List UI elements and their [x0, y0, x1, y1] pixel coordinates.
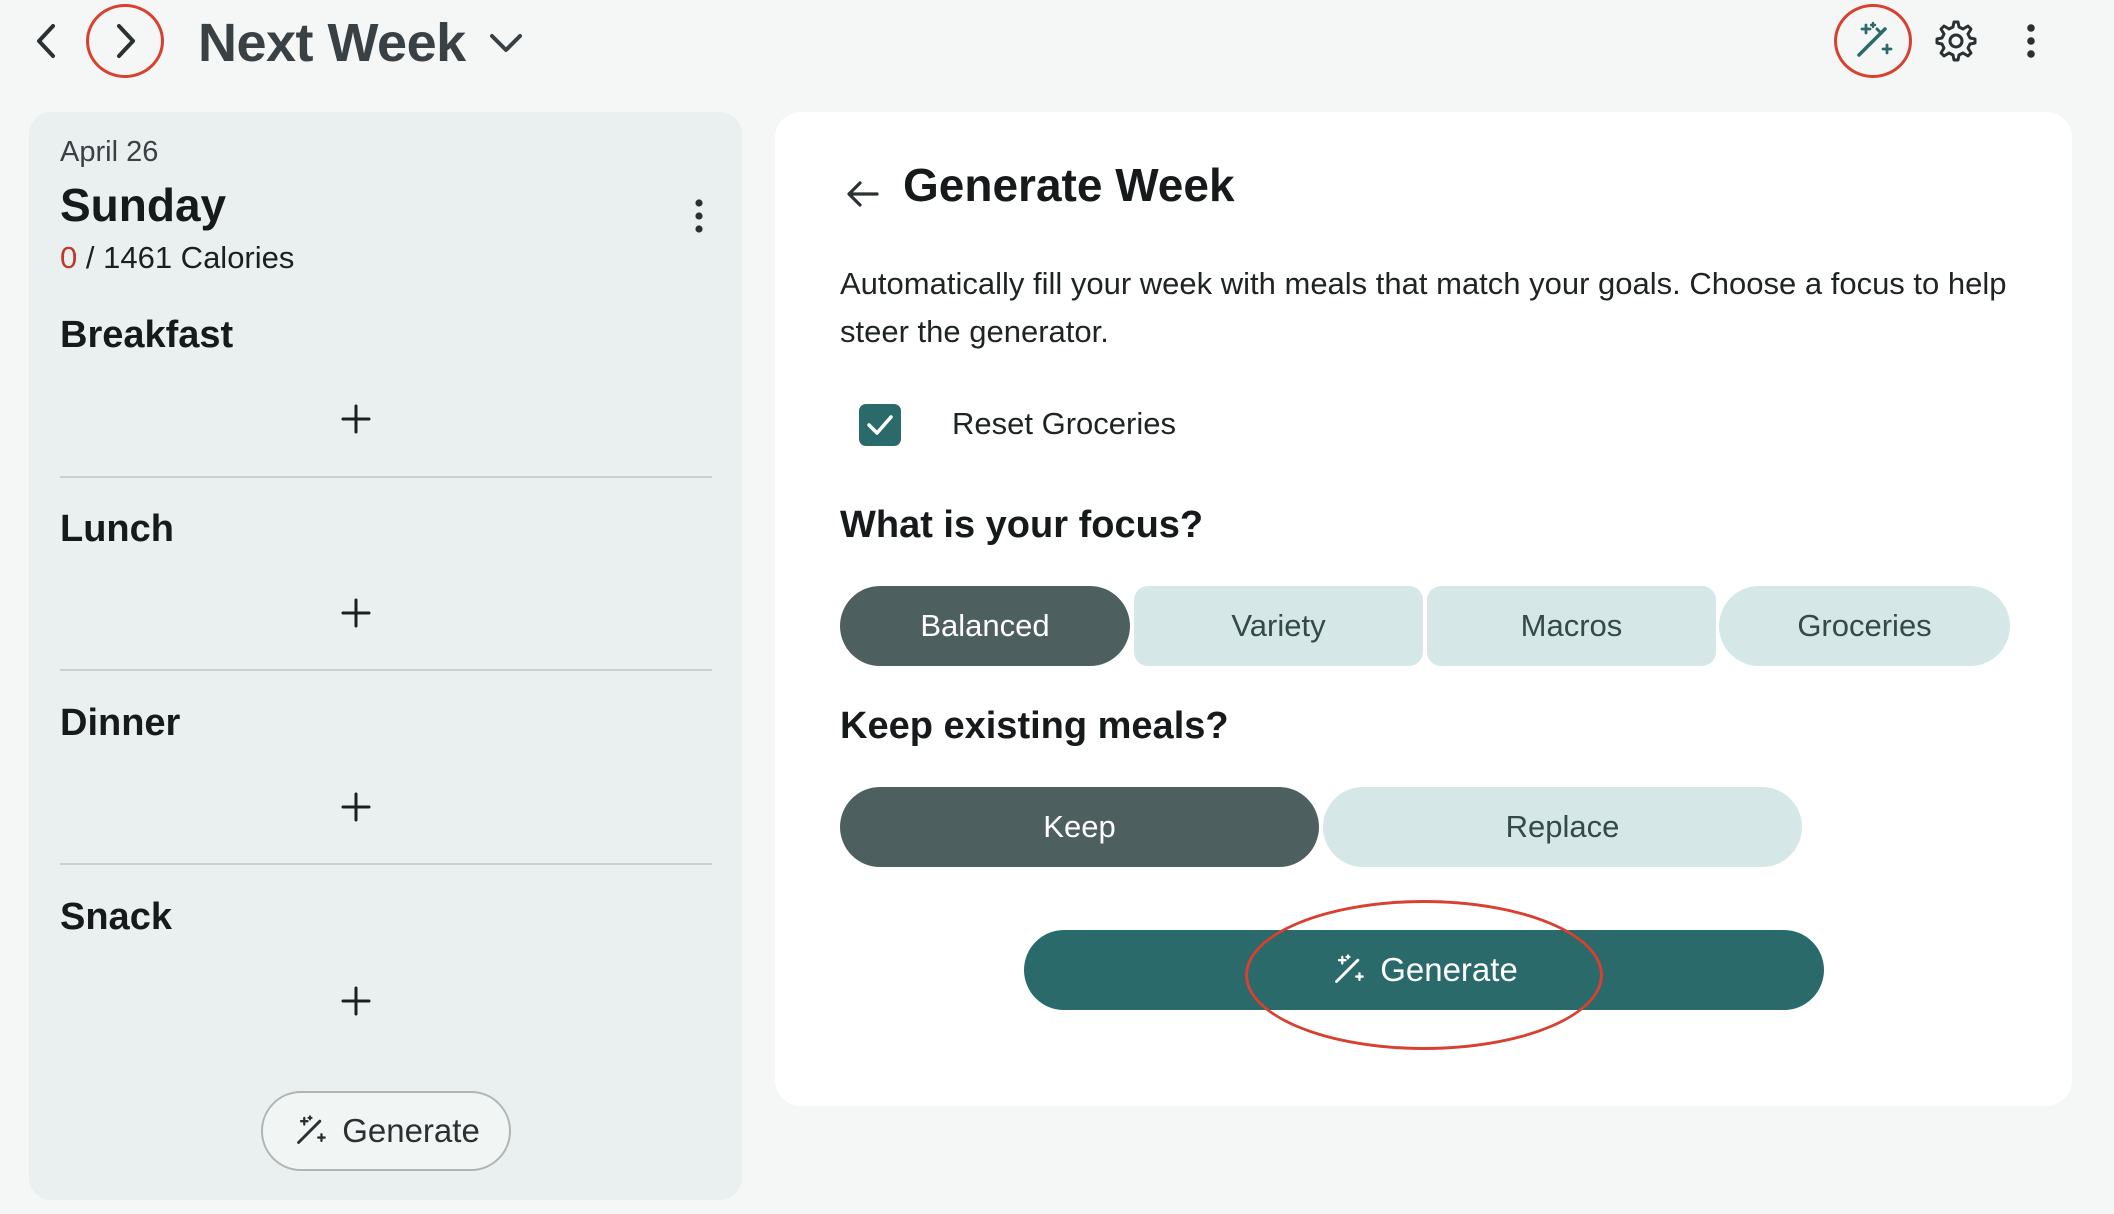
meal-title: Lunch [60, 508, 174, 550]
keep-question: Keep existing meals? [840, 705, 1229, 747]
add-lunch-button[interactable] [329, 586, 383, 640]
day-date: April 26 [60, 136, 159, 168]
meal-title: Breakfast [60, 314, 234, 356]
meal-section-dinner: Dinner [60, 702, 712, 745]
week-selector[interactable]: Next Week [198, 4, 524, 82]
magic-wand-icon [1330, 952, 1366, 988]
day-more-icon[interactable] [679, 190, 719, 242]
arrow-left-icon[interactable] [837, 168, 889, 220]
chevron-left-icon[interactable] [26, 14, 68, 68]
focus-question: What is your focus? [840, 504, 1204, 546]
calories-total: / 1461 Calories [85, 240, 295, 275]
more-vertical-icon[interactable] [2012, 14, 2050, 68]
divider [60, 863, 712, 865]
chevron-right-icon[interactable] [86, 4, 164, 78]
keep-option-replace[interactable]: Replace [1323, 787, 1802, 867]
add-snack-button[interactable] [329, 974, 383, 1028]
gear-icon[interactable] [1928, 14, 1984, 68]
reset-groceries-checkbox[interactable] [859, 404, 901, 446]
meal-title: Snack [60, 896, 172, 938]
divider [60, 669, 712, 671]
meal-section-breakfast: Breakfast [60, 314, 712, 357]
add-breakfast-button[interactable] [329, 392, 383, 446]
focus-option-variety[interactable]: Variety [1134, 586, 1423, 666]
week-title: Next Week [198, 13, 466, 73]
reset-groceries-label[interactable]: Reset Groceries [952, 406, 1176, 442]
generate-week-panel: Generate Week Automatically fill your we… [775, 112, 2072, 1106]
magic-wand-icon [292, 1113, 328, 1149]
divider [60, 476, 712, 478]
top-bar: Next Week [0, 0, 2114, 84]
focus-option-balanced[interactable]: Balanced [840, 586, 1130, 666]
generate-week-button[interactable]: Generate [1024, 930, 1824, 1010]
day-name: Sunday [60, 179, 227, 231]
meal-section-lunch: Lunch [60, 508, 712, 551]
calorie-summary: 0 / 1461 Calories [60, 240, 294, 276]
generate-week-label: Generate [1380, 951, 1518, 988]
chevron-down-icon [488, 31, 524, 55]
generate-day-button[interactable]: Generate [261, 1091, 511, 1171]
focus-option-groceries[interactable]: Groceries [1719, 586, 2010, 666]
generate-day-label: Generate [342, 1112, 480, 1149]
day-panel: April 26 Sunday 0 / 1461 Calories Breakf… [29, 112, 742, 1200]
add-dinner-button[interactable] [329, 780, 383, 834]
panel-description: Automatically fill your week with meals … [840, 266, 2007, 349]
keep-option-keep[interactable]: Keep [840, 787, 1319, 867]
meal-title: Dinner [60, 702, 181, 744]
magic-wand-icon[interactable] [1834, 4, 1912, 78]
calories-current: 0 [60, 240, 78, 275]
focus-option-macros[interactable]: Macros [1427, 586, 1716, 666]
panel-title: Generate Week [903, 159, 1235, 211]
meal-section-snack: Snack [60, 896, 712, 939]
